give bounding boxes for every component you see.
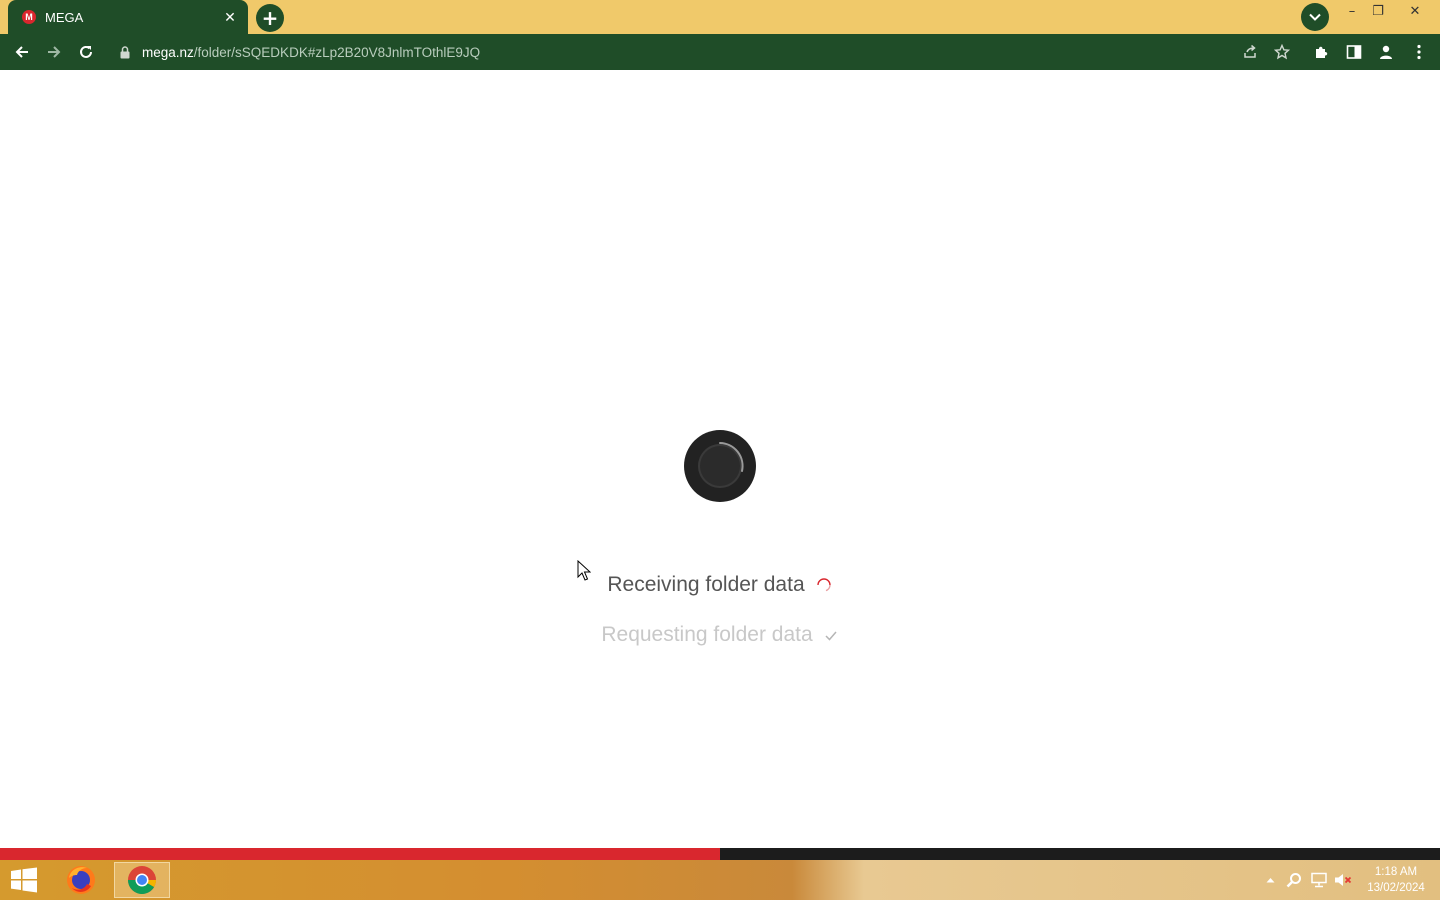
taskbar-firefox[interactable] [53, 862, 109, 898]
tray-volume-button[interactable] [1332, 860, 1354, 900]
share-icon [1244, 44, 1256, 58]
start-button[interactable] [6, 864, 42, 896]
url-path: /folder/sSQEDKDK#zLp2B20V8JnlmTOthlE9JQ [193, 44, 481, 60]
windows-logo-icon [11, 867, 37, 893]
search-icon [1286, 873, 1301, 888]
side-panel-icon [1346, 45, 1362, 59]
share-button[interactable] [1237, 34, 1263, 70]
small-spinner-icon [815, 576, 833, 594]
checkmark-icon [823, 627, 839, 643]
taskbar-chrome[interactable] [114, 862, 170, 898]
profile-icon [1380, 45, 1392, 59]
page-content: Receiving folder data Requesting folder … [0, 70, 1440, 848]
close-window-button[interactable]: ✕ [1398, 0, 1432, 22]
back-button[interactable] [8, 34, 36, 70]
lock-icon[interactable] [120, 45, 132, 59]
back-arrow-icon [15, 46, 28, 58]
star-icon [1274, 44, 1290, 60]
side-panel-button[interactable] [1341, 34, 1367, 70]
tab-close-icon[interactable]: ✕ [222, 9, 238, 26]
reload-button[interactable] [72, 34, 100, 70]
clock-time: 1:18 AM [1374, 866, 1418, 878]
tab-strip: M MEGA ✕ + – ❐ ✕ [0, 0, 1440, 34]
tray-overflow-button[interactable] [1262, 860, 1278, 900]
tab-search-button[interactable] [1301, 3, 1329, 31]
status-receiving: Receiving folder data [0, 573, 1440, 597]
loading-progress-bar [0, 848, 1440, 860]
clock-date: 13/02/2024 [1367, 882, 1425, 894]
url-text[interactable]: mega.nz/folder/sSQEDKDK#zLp2B20V8JnlmTOt… [142, 45, 480, 60]
restore-button[interactable]: ❐ [1361, 0, 1395, 22]
bookmark-button[interactable] [1269, 34, 1295, 70]
tray-search-button[interactable] [1284, 860, 1304, 900]
taskbar-clock[interactable]: 1:18 AM 13/02/2024 [1360, 864, 1432, 896]
url-host: mega.nz [142, 44, 194, 60]
profile-button[interactable] [1373, 34, 1399, 70]
puzzle-icon [1316, 46, 1328, 58]
network-icon [1311, 872, 1327, 888]
chevron-up-icon [1266, 878, 1274, 883]
mega-favicon-icon: M [22, 10, 36, 24]
loading-progress-fill [0, 848, 720, 860]
new-tab-button[interactable]: + [256, 4, 284, 32]
browser-toolbar: mega.nz/folder/sSQEDKDK#zLp2B20V8JnlmTOt… [0, 34, 1440, 70]
status-requesting: Requesting folder data [0, 623, 1440, 647]
tab-mega[interactable]: M MEGA ✕ [8, 0, 248, 34]
more-vert-icon [1417, 44, 1421, 60]
reload-icon [80, 45, 92, 58]
status-requesting-text: Requesting folder data [601, 623, 813, 646]
extensions-button[interactable] [1309, 34, 1335, 70]
forward-arrow-icon [48, 46, 61, 58]
mouse-cursor-icon [577, 560, 591, 581]
taskbar: 1:18 AM 13/02/2024 [0, 860, 1440, 900]
volume-muted-icon [1335, 874, 1352, 886]
menu-button[interactable] [1406, 34, 1432, 70]
chevron-down-icon [1309, 13, 1321, 21]
forward-button[interactable] [40, 34, 68, 70]
spinner-arc [719, 442, 744, 472]
loading-spinner-icon [684, 430, 756, 502]
status-receiving-text: Receiving folder data [607, 573, 805, 596]
chrome-icon [128, 866, 156, 894]
tray-network-button[interactable] [1308, 860, 1330, 900]
tab-title: MEGA [45, 9, 84, 25]
firefox-icon [67, 866, 95, 894]
address-bar[interactable]: mega.nz/folder/sSQEDKDK#zLp2B20V8JnlmTOt… [110, 38, 1300, 66]
